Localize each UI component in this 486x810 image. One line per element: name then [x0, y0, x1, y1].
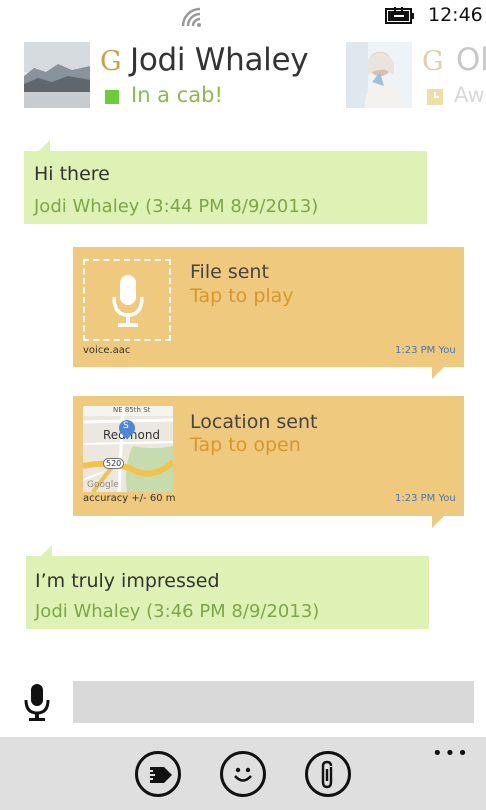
message-time: 1:23 PM You	[395, 345, 456, 356]
attach-button[interactable]	[305, 751, 351, 797]
avatar[interactable]	[24, 42, 90, 108]
map-route-shield: 520	[103, 458, 125, 469]
more-options-button[interactable]: •••	[432, 743, 470, 764]
map-thumbnail[interactable]: NE 85th St Redmond 520 S Google	[83, 406, 173, 492]
message-text: I’m truly impressed	[35, 570, 220, 592]
bubble-tail	[432, 516, 444, 528]
presence-status: In a cab!	[131, 83, 223, 107]
contact-header-next[interactable]: G Ol Awa	[346, 42, 486, 108]
tap-to-open-link[interactable]: Tap to open	[190, 434, 301, 456]
map-street-label: NE 85th St	[113, 406, 151, 414]
contact-name: Ol	[456, 42, 486, 78]
status-bar: 12:46	[0, 0, 486, 34]
file-name: voice.aac	[83, 345, 131, 356]
message-meta: Jodi Whaley (3:44 PM 8/9/2013)	[34, 196, 319, 217]
send-button[interactable]	[135, 751, 181, 797]
paperclip-icon	[321, 760, 333, 789]
message-text: Hi there	[34, 163, 110, 185]
presence-available-icon	[105, 90, 119, 104]
contact-name: Jodi Whaley	[130, 42, 309, 78]
message-meta: Jodi Whaley (3:46 PM 8/9/2013)	[35, 601, 320, 622]
microphone-icon	[112, 275, 144, 327]
emoticon-button[interactable]	[220, 751, 266, 797]
file-sent-card[interactable]: File sent Tap to play voice.aac 1:23 PM …	[73, 247, 464, 367]
card-title: Location sent	[190, 411, 318, 433]
contact-header-jodi[interactable]: G Jodi Whaley In a cab!	[24, 42, 354, 108]
send-icon	[144, 767, 172, 783]
smiley-icon	[234, 767, 252, 782]
location-sent-card[interactable]: NE 85th St Redmond 520 S Google Location…	[73, 396, 464, 516]
audio-file-thumbnail[interactable]	[83, 259, 171, 341]
avatar[interactable]	[346, 42, 412, 108]
message-bubble-incoming[interactable]: I’m truly impressed Jodi Whaley (3:46 PM…	[26, 556, 429, 629]
bubble-tail	[432, 367, 444, 379]
message-time: 1:23 PM You	[395, 493, 456, 504]
wifi-signal-icon	[181, 7, 201, 27]
presence-away-icon	[427, 89, 443, 105]
clock: 12:46	[428, 4, 483, 26]
voice-input-microphone-icon[interactable]	[24, 683, 50, 721]
map-pin-label: S	[123, 421, 129, 431]
g-icon: G	[100, 46, 122, 77]
message-bubble-incoming[interactable]: Hi there Jodi Whaley (3:44 PM 8/9/2013)	[24, 151, 427, 224]
card-title: File sent	[190, 261, 269, 283]
g-icon: G	[422, 46, 444, 77]
tap-to-play-link[interactable]: Tap to play	[190, 285, 294, 307]
message-input[interactable]	[73, 681, 474, 723]
presence-status: Awa	[454, 83, 486, 107]
battery-charging-icon	[385, 7, 414, 24]
map-brand: Google	[87, 480, 119, 490]
location-accuracy: accuracy +/- 60 m	[83, 493, 176, 504]
app-bar: •••	[0, 737, 486, 810]
